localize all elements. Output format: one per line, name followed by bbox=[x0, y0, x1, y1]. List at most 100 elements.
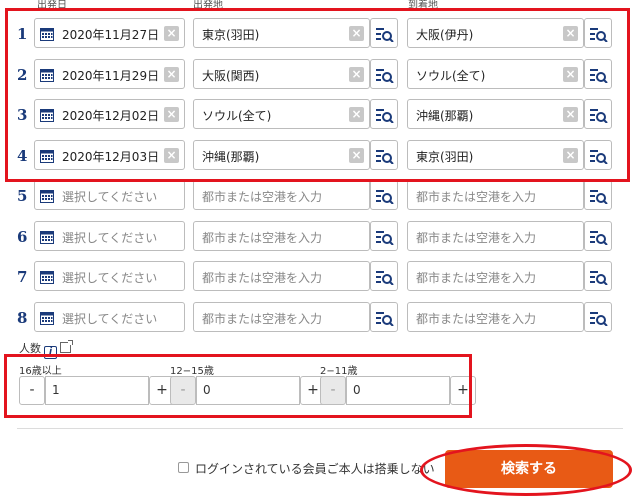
origin-search-icon[interactable] bbox=[370, 301, 398, 332]
date-field[interactable]: 選択してください bbox=[34, 261, 185, 291]
origin-placeholder: 都市または空港を入力 bbox=[202, 230, 323, 245]
clear-date-icon[interactable]: × bbox=[164, 107, 179, 122]
date-value: 2020年12月02日 bbox=[62, 109, 160, 123]
calendar-icon bbox=[40, 26, 54, 41]
destination-field[interactable]: 東京(羽田) × bbox=[407, 139, 584, 170]
clear-destination-icon[interactable]: × bbox=[563, 66, 578, 82]
passenger-count-input[interactable]: 1 bbox=[45, 376, 149, 405]
origin-search-icon[interactable] bbox=[370, 261, 398, 291]
destination-field[interactable]: ソウル(全て) × bbox=[407, 58, 584, 89]
flight-number: 1 bbox=[17, 25, 28, 43]
clear-date-icon[interactable]: × bbox=[164, 26, 179, 41]
clear-date-icon[interactable]: × bbox=[164, 147, 179, 163]
clear-destination-icon[interactable]: × bbox=[563, 26, 578, 41]
destination-search-icon[interactable] bbox=[584, 99, 612, 129]
external-link-icon[interactable] bbox=[60, 340, 73, 353]
origin-search-icon[interactable] bbox=[370, 220, 398, 251]
destination-search-icon[interactable] bbox=[584, 301, 612, 332]
date-placeholder: 選択してください bbox=[62, 190, 158, 204]
flight-number: 6 bbox=[17, 227, 28, 246]
flight-number: 8 bbox=[17, 308, 28, 327]
calendar-icon bbox=[40, 229, 54, 244]
passenger-stepper: -0 + bbox=[320, 376, 502, 405]
passenger-count-input[interactable]: 0 bbox=[346, 376, 450, 405]
calendar-icon bbox=[40, 310, 54, 325]
destination-field[interactable]: 都市または空港を入力 bbox=[407, 180, 584, 210]
clear-destination-icon[interactable]: × bbox=[563, 147, 578, 163]
origin-placeholder: 都市または空港を入力 bbox=[202, 311, 323, 326]
flight-header-date: 出発日 bbox=[37, 0, 67, 11]
search-button[interactable]: 検索する bbox=[445, 450, 613, 488]
origin-field[interactable]: 沖縄(那覇) × bbox=[193, 139, 370, 170]
destination-search-icon[interactable] bbox=[584, 18, 612, 48]
clear-origin-icon[interactable]: × bbox=[349, 66, 364, 82]
passenger-group-label: 16歳以上 bbox=[19, 366, 62, 377]
date-field[interactable]: 選択してください bbox=[34, 180, 185, 210]
date-field[interactable]: 2020年12月02日 × bbox=[34, 99, 185, 129]
origin-search-icon[interactable] bbox=[370, 99, 398, 129]
destination-search-icon[interactable] bbox=[584, 220, 612, 251]
clear-origin-icon[interactable]: × bbox=[349, 107, 364, 122]
destination-field[interactable]: 都市または空港を入力 bbox=[407, 220, 584, 251]
destination-field[interactable]: 都市または空港を入力 bbox=[407, 261, 584, 291]
date-value: 2020年11月27日 bbox=[62, 28, 160, 42]
origin-search-icon[interactable] bbox=[370, 180, 398, 210]
origin-field[interactable]: ソウル(全て) × bbox=[193, 99, 370, 129]
destination-field[interactable]: 都市または空港を入力 bbox=[407, 301, 584, 332]
calendar-icon bbox=[40, 107, 54, 122]
origin-field[interactable]: 都市または空港を入力 bbox=[193, 261, 370, 291]
origin-field[interactable]: 東京(羽田) × bbox=[193, 18, 370, 48]
flight-row: 6 選択してください 都市または空港を入力 都市または空港を入力 bbox=[0, 220, 640, 255]
flight-number: 7 bbox=[17, 268, 28, 286]
clear-date-icon[interactable]: × bbox=[164, 66, 179, 82]
clear-origin-icon[interactable]: × bbox=[349, 147, 364, 163]
destination-placeholder: 都市または空港を入力 bbox=[416, 190, 537, 204]
date-value: 2020年11月29日 bbox=[62, 68, 160, 83]
origin-value: 大阪(関西) bbox=[202, 68, 260, 83]
destination-search-icon[interactable] bbox=[584, 139, 612, 170]
destination-search-icon[interactable] bbox=[584, 261, 612, 291]
origin-field[interactable]: 大阪(関西) × bbox=[193, 58, 370, 89]
destination-search-icon[interactable] bbox=[584, 180, 612, 210]
member-not-boarding-checkbox[interactable] bbox=[178, 462, 189, 473]
clear-origin-icon[interactable]: × bbox=[349, 26, 364, 41]
decrement-button[interactable]: - bbox=[320, 376, 346, 405]
origin-field[interactable]: 都市または空港を入力 bbox=[193, 220, 370, 251]
increment-button[interactable]: + bbox=[450, 376, 476, 405]
origin-placeholder: 都市または空港を入力 bbox=[202, 271, 323, 285]
flight-number: 5 bbox=[17, 187, 28, 205]
date-field[interactable]: 選択してください bbox=[34, 220, 185, 251]
destination-placeholder: 都市または空港を入力 bbox=[416, 271, 537, 285]
destination-value: ソウル(全て) bbox=[416, 68, 486, 83]
date-value: 2020年12月03日 bbox=[62, 149, 160, 164]
destination-placeholder: 都市または空港を入力 bbox=[416, 311, 537, 326]
destination-search-icon[interactable] bbox=[584, 58, 612, 89]
flight-row: 5 選択してください 都市または空港を入力 都市または空港を入力 bbox=[0, 180, 640, 214]
date-field[interactable]: 選択してください bbox=[34, 301, 185, 332]
date-placeholder: 選択してください bbox=[62, 311, 158, 326]
origin-search-icon[interactable] bbox=[370, 18, 398, 48]
origin-field[interactable]: 都市または空港を入力 bbox=[193, 180, 370, 210]
passenger-group-label: 2−11歳 bbox=[320, 366, 358, 377]
date-field[interactable]: 2020年11月27日 × bbox=[34, 18, 185, 48]
divider bbox=[17, 428, 623, 429]
flight-row: 7 選択してください 都市または空港を入力 都市または空港を入力 bbox=[0, 261, 640, 295]
passengers-label-text: 人数 bbox=[19, 342, 41, 355]
decrement-button[interactable]: - bbox=[170, 376, 196, 405]
destination-field[interactable]: 沖縄(那覇) × bbox=[407, 99, 584, 129]
clear-destination-icon[interactable]: × bbox=[563, 107, 578, 122]
info-icon[interactable]: i bbox=[44, 346, 57, 359]
origin-value: 沖縄(那覇) bbox=[202, 149, 260, 164]
flight-number: 4 bbox=[17, 146, 28, 165]
destination-field[interactable]: 大阪(伊丹) × bbox=[407, 18, 584, 48]
destination-value: 沖縄(那覇) bbox=[416, 109, 474, 123]
destination-placeholder: 都市または空港を入力 bbox=[416, 230, 537, 245]
passenger-count-input[interactable]: 0 bbox=[196, 376, 300, 405]
origin-search-icon[interactable] bbox=[370, 139, 398, 170]
passengers-label: 人数 i bbox=[19, 340, 73, 359]
origin-field[interactable]: 都市または空港を入力 bbox=[193, 301, 370, 332]
origin-search-icon[interactable] bbox=[370, 58, 398, 89]
date-field[interactable]: 2020年12月03日 × bbox=[34, 139, 185, 170]
date-field[interactable]: 2020年11月29日 × bbox=[34, 58, 185, 89]
decrement-button[interactable]: - bbox=[19, 376, 45, 405]
